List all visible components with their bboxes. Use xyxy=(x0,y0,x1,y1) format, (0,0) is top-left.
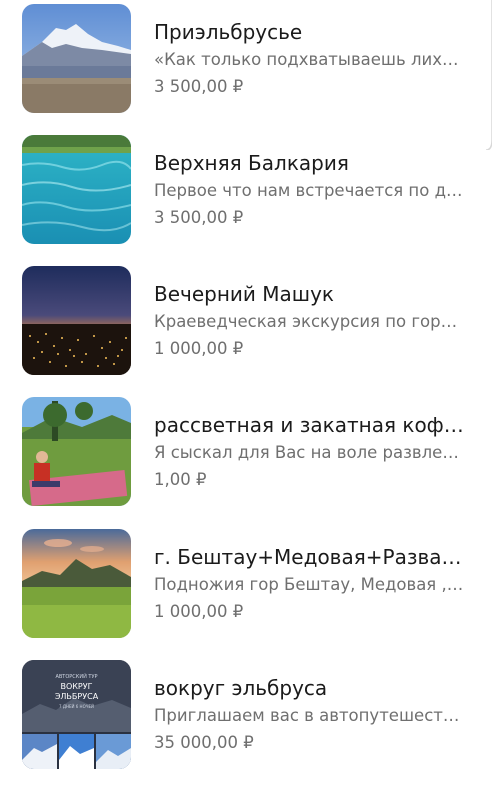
night-city-image xyxy=(22,266,131,375)
poster-sub-text: 7 ДНЕЙ 6 НОЧЕЙ xyxy=(59,704,94,709)
item-description: Подножия гор Бештау, Медовая , Развалка… xyxy=(154,575,466,594)
item-title: Вечерний Машук xyxy=(154,282,334,306)
item-title: Приэльбрусье xyxy=(154,20,303,44)
around-elbrus-poster-image: АВТОРСКИЙ ТУР ВОКРУГ ЭЛЬБРУСА 7 ДНЕЙ 6 Н… xyxy=(22,660,131,769)
item-price: 3 500,00 ₽ xyxy=(154,208,244,227)
item-title: вокруг эльбруса xyxy=(154,676,328,700)
product-list: Приэльбрусье «Как только подхватываешь л… xyxy=(0,0,492,769)
item-price: 1,00 ₽ xyxy=(154,470,207,489)
item-title: Верхняя Балкария xyxy=(154,151,349,175)
item-description: Краеведческая экскурсия по городу… xyxy=(154,312,466,331)
item-title: рассветная и закатная кофе-медитация xyxy=(154,413,466,437)
item-description: Я сыскал для Вас на воле развлечение… xyxy=(154,443,466,462)
turquoise-lake-image xyxy=(22,135,131,244)
list-item[interactable]: Верхняя Балкария Первое что нам встречае… xyxy=(0,135,492,267)
list-item[interactable]: Приэльбрусье «Как только подхватываешь л… xyxy=(0,4,492,136)
list-item[interactable]: АВТОРСКИЙ ТУР ВОКРУГ ЭЛЬБРУСА 7 ДНЕЙ 6 Н… xyxy=(0,660,492,792)
beshtau-mountain-image xyxy=(22,529,131,638)
item-price: 35 000,00 ₽ xyxy=(154,733,254,752)
poster-title-line2: ЭЛЬБРУСА xyxy=(55,692,99,701)
poster-title-line1: ВОКРУГ xyxy=(60,682,92,691)
item-description: «Как только подхватываешь лихорадку гор… xyxy=(154,50,466,69)
item-price: 1 000,00 ₽ xyxy=(154,339,244,358)
item-description: Первое что нам встречается по дороге… xyxy=(154,181,466,200)
item-price: 3 500,00 ₽ xyxy=(154,77,244,96)
item-description: Приглашаем вас в автопутешествие… xyxy=(154,706,466,725)
list-item[interactable]: рассветная и закатная кофе-медитация Я с… xyxy=(0,397,492,529)
poster-small-text: АВТОРСКИЙ ТУР xyxy=(55,673,97,680)
mountain-elbrus-image xyxy=(22,4,131,113)
item-title: г. Бештау+Медовая+Развалка xyxy=(154,545,466,569)
meditation-meadow-image xyxy=(22,397,131,506)
list-item[interactable]: Вечерний Машук Краеведческая экскурсия п… xyxy=(0,266,492,398)
item-price: 1 000,00 ₽ xyxy=(154,602,244,621)
scrollbar-edge[interactable] xyxy=(486,0,492,150)
list-item[interactable]: г. Бештау+Медовая+Развалка Подножия гор … xyxy=(0,529,492,661)
